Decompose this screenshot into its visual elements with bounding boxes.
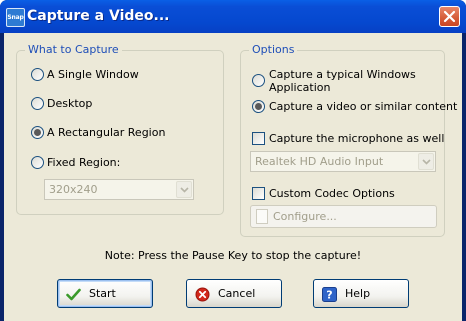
document-icon (256, 209, 268, 224)
start-button-label: Start (89, 287, 116, 300)
fixed-region-dropdown[interactable]: 320x240 (44, 179, 194, 200)
checkmark-icon (66, 288, 81, 301)
dropdown-arrow-button[interactable] (418, 153, 434, 170)
dialog-body: What to Capture A Single Window Desktop … (4, 33, 462, 321)
audio-input-value: Realtek HD Audio Input (255, 155, 384, 168)
checkbox-custom-codec[interactable] (252, 187, 265, 200)
dropdown-arrow-button[interactable] (176, 181, 192, 198)
radio-capture-windows-app-label-line2[interactable]: Application (269, 81, 330, 94)
cancel-button[interactable]: Cancel (186, 279, 282, 308)
radio-desktop-label[interactable]: Desktop (47, 97, 92, 110)
svg-text:?: ? (326, 289, 332, 302)
radio-selected-dot (34, 129, 41, 136)
radio-capture-video-content-label[interactable]: Capture a video or similar content (269, 100, 457, 113)
cancel-icon (195, 287, 210, 302)
fixed-region-value: 320x240 (49, 183, 98, 196)
radio-selected-dot (255, 103, 262, 110)
checkbox-custom-codec-label[interactable]: Custom Codec Options (269, 187, 395, 200)
radio-fixed-region-label[interactable]: Fixed Region: (47, 156, 120, 169)
window-title: Capture a Video... (27, 8, 170, 24)
pause-key-note: Note: Press the Pause Key to stop the ca… (104, 249, 362, 262)
start-button[interactable]: Start (57, 279, 153, 308)
checkbox-microphone[interactable] (252, 132, 265, 145)
help-button-label: Help (345, 287, 371, 300)
radio-single-window-label[interactable]: A Single Window (47, 68, 139, 81)
radio-desktop[interactable] (31, 97, 44, 110)
radio-rectangular-region[interactable] (31, 126, 44, 139)
checkbox-microphone-label[interactable]: Capture the microphone as well (269, 132, 444, 145)
close-button[interactable] (439, 6, 460, 27)
cancel-button-label: Cancel (218, 287, 256, 300)
radio-single-window[interactable] (31, 68, 44, 81)
audio-input-dropdown[interactable]: Realtek HD Audio Input (250, 151, 436, 172)
chevron-down-icon (180, 187, 189, 193)
configure-label: Configure... (273, 210, 337, 223)
options-title: Options (249, 43, 298, 56)
radio-capture-video-content[interactable] (252, 100, 265, 113)
chevron-down-icon (422, 159, 431, 165)
what-to-capture-title: What to Capture (25, 43, 122, 56)
capture-video-dialog: Snap Capture a Video... What to Capture … (0, 0, 466, 321)
radio-capture-windows-app[interactable] (252, 74, 265, 87)
radio-rectangular-region-label[interactable]: A Rectangular Region (47, 126, 165, 139)
title-bar[interactable]: Snap Capture a Video... (0, 0, 466, 33)
radio-fixed-region[interactable] (31, 156, 44, 169)
configure-button[interactable]: Configure... (250, 205, 437, 228)
radio-capture-windows-app-label-line1[interactable]: Capture a typical Windows (269, 68, 416, 81)
close-icon (443, 10, 456, 23)
help-button[interactable]: ? Help (313, 279, 409, 308)
app-icon: Snap (6, 8, 25, 27)
help-icon: ? (322, 287, 337, 302)
